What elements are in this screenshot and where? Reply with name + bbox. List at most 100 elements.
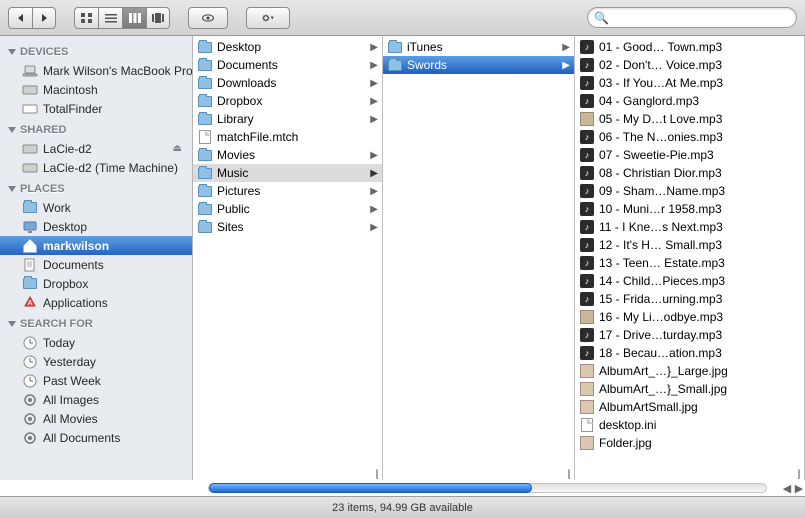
file-row[interactable]: ♪15 - Frida…urning.mp3 <box>575 290 804 308</box>
children-arrow-icon: ▶ <box>562 42 570 53</box>
scroll-right-arrow-icon[interactable]: ▶ <box>793 482 805 495</box>
view-list-button[interactable] <box>98 7 122 29</box>
file-row[interactable]: Library▶ <box>193 110 382 128</box>
file-row[interactable]: ♪01 - Good… Town.mp3 <box>575 38 804 56</box>
documents-icon <box>22 257 38 273</box>
view-coverflow-button[interactable] <box>146 7 170 29</box>
folder-icon <box>387 57 403 73</box>
column-3[interactable]: ♪01 - Good… Town.mp3♪02 - Don't… Voice.m… <box>575 36 805 480</box>
file-row[interactable]: ♪03 - If You…At Me.mp3 <box>575 74 804 92</box>
sidebar-group-header[interactable]: SHARED <box>0 118 192 139</box>
sidebar-item[interactable]: Documents <box>0 255 192 274</box>
file-row[interactable]: iTunes▶ <box>383 38 574 56</box>
audio-icon: ♪ <box>579 327 595 343</box>
file-name: 04 - Ganglord.mp3 <box>599 94 804 108</box>
sidebar-item[interactable]: Today <box>0 333 192 352</box>
folder-icon <box>197 165 213 181</box>
search-field: 🔍 <box>587 7 797 28</box>
file-row[interactable]: ♪13 - Teen… Estate.mp3 <box>575 254 804 272</box>
file-row[interactable]: ♪07 - Sweetie-Pie.mp3 <box>575 146 804 164</box>
sidebar-group-header[interactable]: PLACES <box>0 177 192 198</box>
horizontal-scroll: ◀ ▶ <box>0 480 805 496</box>
file-row[interactable]: Movies▶ <box>193 146 382 164</box>
column-resize-handle[interactable]: || <box>370 458 382 480</box>
sidebar-group-label: PLACES <box>20 183 65 195</box>
sidebar-item[interactable]: AApplications <box>0 293 192 312</box>
file-row[interactable]: Folder.jpg <box>575 434 804 452</box>
file-row[interactable]: AlbumArt_…}_Small.jpg <box>575 380 804 398</box>
disclosure-triangle-icon <box>8 186 16 192</box>
sidebar-item[interactable]: Macintosh <box>0 80 192 99</box>
column-2[interactable]: iTunes▶Swords▶ || <box>383 36 575 480</box>
column-resize-handle[interactable]: || <box>562 458 574 480</box>
file-name: 02 - Don't… Voice.mp3 <box>599 58 804 72</box>
file-row[interactable]: Music▶ <box>193 164 382 182</box>
sidebar-item[interactable]: LaCie-d2 (Time Machine) <box>0 158 192 177</box>
back-button[interactable] <box>8 7 32 29</box>
audio-icon: ♪ <box>579 201 595 217</box>
sidebar-item[interactable]: Work <box>0 198 192 217</box>
file-row[interactable]: Public▶ <box>193 200 382 218</box>
file-row[interactable]: matchFile.mtch <box>193 128 382 146</box>
eject-icon[interactable]: ⏏ <box>173 143 182 154</box>
scroll-thumb[interactable] <box>209 483 532 493</box>
disclosure-triangle-icon <box>8 321 16 327</box>
file-row[interactable]: ♪12 - It's H… Small.mp3 <box>575 236 804 254</box>
sidebar-item[interactable]: Yesterday <box>0 352 192 371</box>
file-row[interactable]: Sites▶ <box>193 218 382 236</box>
file-row[interactable]: ♪14 - Child…Pieces.mp3 <box>575 272 804 290</box>
file-row[interactable]: Pictures▶ <box>193 182 382 200</box>
file-row[interactable]: ♪11 - I Kne…s Next.mp3 <box>575 218 804 236</box>
sidebar-item[interactable]: All Images <box>0 390 192 409</box>
column-1[interactable]: Desktop▶Documents▶Downloads▶Dropbox▶Libr… <box>193 36 383 480</box>
view-columns-button[interactable] <box>122 7 146 29</box>
file-row[interactable]: 16 - My Li…odbye.mp3 <box>575 308 804 326</box>
search-input[interactable] <box>587 7 797 28</box>
forward-button[interactable] <box>32 7 56 29</box>
sidebar-item[interactable]: Past Week <box>0 371 192 390</box>
scroll-track[interactable] <box>208 483 767 493</box>
file-name: 18 - Becau…ation.mp3 <box>599 346 804 360</box>
sidebar-item[interactable]: markwilson <box>0 236 192 255</box>
smart-icon <box>22 411 38 427</box>
file-row[interactable]: Dropbox▶ <box>193 92 382 110</box>
sidebar-item[interactable]: TotalFinder <box>0 99 192 118</box>
status-bar: 23 items, 94.99 GB available <box>0 496 805 518</box>
file-row[interactable]: desktop.ini <box>575 416 804 434</box>
file-row[interactable]: Documents▶ <box>193 56 382 74</box>
sidebar-item[interactable]: Dropbox <box>0 274 192 293</box>
quicklook-button[interactable] <box>188 7 228 29</box>
file-row[interactable]: ♪08 - Christian Dior.mp3 <box>575 164 804 182</box>
sidebar-item[interactable]: LaCie-d2⏏ <box>0 139 192 158</box>
audio-icon: ♪ <box>579 147 595 163</box>
column-resize-handle[interactable]: || <box>792 458 804 480</box>
file-row[interactable]: ♪09 - Sham…Name.mp3 <box>575 182 804 200</box>
file-row[interactable]: ♪10 - Muni…r 1958.mp3 <box>575 200 804 218</box>
file-row[interactable]: Swords▶ <box>383 56 574 74</box>
sidebar-item-label: Today <box>43 336 75 350</box>
sidebar-item[interactable]: Desktop <box>0 217 192 236</box>
file-row[interactable]: AlbumArtSmall.jpg <box>575 398 804 416</box>
file-row[interactable]: ♪06 - The N…onies.mp3 <box>575 128 804 146</box>
file-row[interactable]: ♪ 17 - Drive…turday.mp3 <box>575 326 804 344</box>
file-name: desktop.ini <box>599 418 804 432</box>
file-row[interactable]: ♪18 - Becau…ation.mp3 <box>575 344 804 362</box>
action-button[interactable] <box>246 7 290 29</box>
file-row[interactable]: Desktop▶ <box>193 38 382 56</box>
file-row[interactable]: 05 - My D…t Love.mp3 <box>575 110 804 128</box>
file-row[interactable]: ♪04 - Ganglord.mp3 <box>575 92 804 110</box>
file-name: 03 - If You…At Me.mp3 <box>599 76 804 90</box>
file-row[interactable]: Downloads▶ <box>193 74 382 92</box>
sidebar[interactable]: DEVICESMark Wilson's MacBook ProMacintos… <box>0 36 193 480</box>
view-icon-button[interactable] <box>74 7 98 29</box>
file-row[interactable]: ♪02 - Don't… Voice.mp3 <box>575 56 804 74</box>
file-name: Library <box>217 112 366 126</box>
sidebar-group-header[interactable]: SEARCH FOR <box>0 312 192 333</box>
scroll-left-arrow-icon[interactable]: ◀ <box>781 482 793 495</box>
sidebar-item[interactable]: Mark Wilson's MacBook Pro <box>0 61 192 80</box>
file-name: 17 - Drive…turday.mp3 <box>599 328 804 342</box>
sidebar-group-header[interactable]: DEVICES <box>0 40 192 61</box>
sidebar-item[interactable]: All Documents <box>0 428 192 447</box>
file-row[interactable]: AlbumArt_…}_Large.jpg <box>575 362 804 380</box>
sidebar-item[interactable]: All Movies <box>0 409 192 428</box>
